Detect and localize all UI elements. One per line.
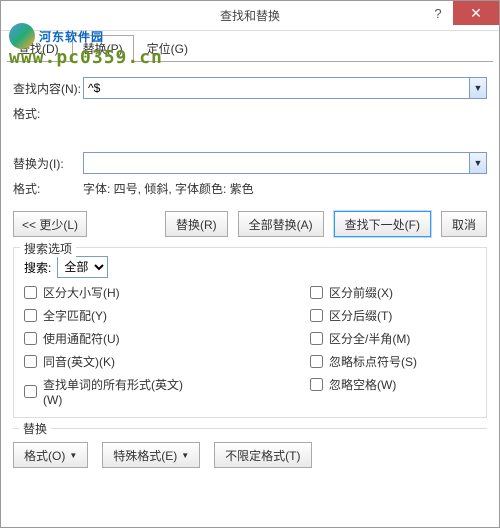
ignore-punct-checkbox[interactable]: 忽略标点符号(S) — [310, 353, 417, 370]
format-menu-button[interactable]: 格式(O)▼ — [13, 442, 88, 468]
format-label-2: 格式: — [13, 180, 83, 197]
chevron-down-icon[interactable]: ▼ — [469, 152, 487, 174]
replace-format-desc: 字体: 四号, 倾斜, 字体颜色: 紫色 — [83, 180, 254, 197]
less-button[interactable]: << 更少(L) — [13, 211, 87, 237]
special-menu-button[interactable]: 特殊格式(E)▼ — [102, 442, 200, 468]
match-prefix-checkbox[interactable]: 区分前缀(X) — [310, 284, 393, 301]
match-suffix-checkbox[interactable]: 区分后缀(T) — [310, 307, 392, 324]
whole-word-checkbox[interactable]: 全字匹配(Y) — [24, 307, 190, 324]
format-label: 格式: — [13, 105, 83, 122]
replace-input-combo[interactable]: ▼ — [83, 152, 487, 174]
tab-replace[interactable]: 替换(P) — [72, 35, 134, 62]
wildcards-checkbox[interactable]: 使用通配符(U) — [24, 330, 190, 347]
options-legend: 搜索选项 — [20, 240, 76, 257]
find-label: 查找内容(N): — [13, 80, 83, 97]
replace-group: 替换 格式(O)▼ 特殊格式(E)▼ 不限定格式(T) — [13, 428, 487, 472]
find-input-combo[interactable]: ▼ — [83, 77, 487, 99]
replace-group-legend: 替换 — [19, 420, 51, 437]
tab-find[interactable]: 查找(D) — [7, 35, 70, 62]
close-button[interactable]: ✕ — [453, 1, 499, 25]
ignore-space-checkbox[interactable]: 忽略空格(W) — [310, 376, 396, 393]
help-button[interactable]: ? — [423, 1, 453, 25]
chevron-down-icon[interactable]: ▼ — [469, 77, 487, 99]
tab-strip: 查找(D) 替换(P) 定位(G) — [1, 31, 499, 62]
search-direction-select[interactable]: 全部 — [57, 256, 108, 278]
sounds-like-checkbox[interactable]: 同音(英文)(K) — [24, 353, 190, 370]
tab-goto[interactable]: 定位(G) — [136, 35, 199, 62]
search-options-group: 搜索选项 搜索: 全部 区分大小写(H) 全字匹配(Y) 使用通配符(U) 同音… — [13, 247, 487, 418]
replace-label: 替换为(I): — [13, 155, 83, 172]
cancel-button[interactable]: 取消 — [441, 211, 487, 237]
replace-button[interactable]: 替换(R) — [165, 211, 228, 237]
no-format-button[interactable]: 不限定格式(T) — [214, 442, 311, 468]
titlebar: 查找和替换 ? ✕ — [1, 1, 499, 31]
find-input[interactable] — [83, 77, 469, 99]
find-next-button[interactable]: 查找下一处(F) — [334, 211, 431, 237]
replace-all-button[interactable]: 全部替换(A) — [238, 211, 324, 237]
match-width-checkbox[interactable]: 区分全/半角(M) — [310, 330, 410, 347]
match-case-checkbox[interactable]: 区分大小写(H) — [24, 284, 190, 301]
chevron-down-icon: ▼ — [181, 451, 189, 460]
chevron-down-icon: ▼ — [69, 451, 77, 460]
search-direction-label: 搜索: — [24, 259, 51, 276]
word-forms-checkbox[interactable]: 查找单词的所有形式(英文)(W) — [24, 376, 190, 407]
replace-input[interactable] — [83, 152, 469, 174]
